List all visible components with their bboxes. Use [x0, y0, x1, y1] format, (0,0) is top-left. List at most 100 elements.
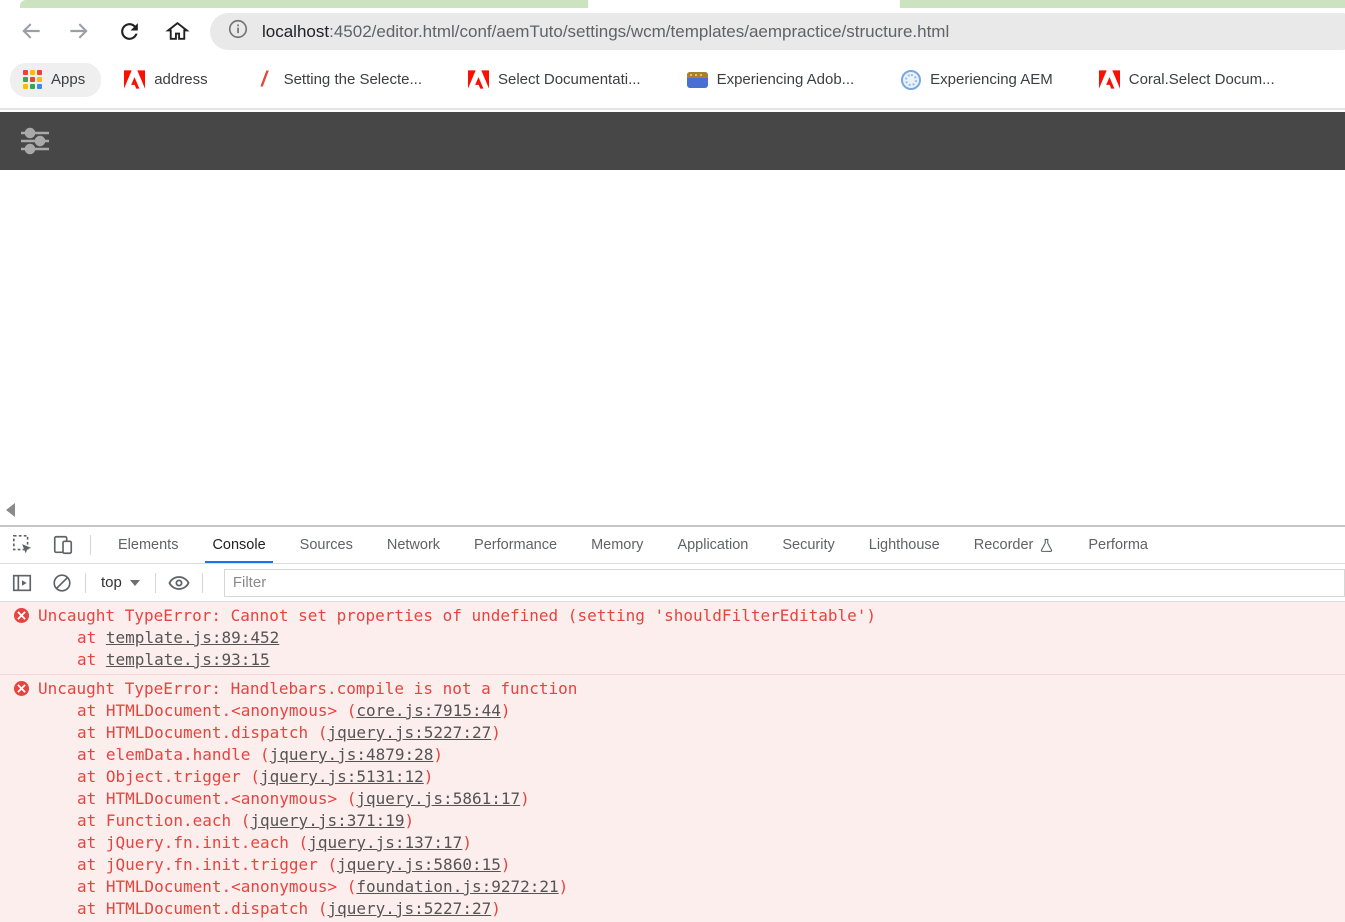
- source-link[interactable]: template.js:89:452: [106, 628, 279, 647]
- source-link[interactable]: jquery.js:371:19: [250, 811, 404, 830]
- error-message: Uncaught TypeError: Cannot set propertie…: [38, 606, 877, 625]
- page-top-border: [0, 108, 1345, 110]
- stack-frame: at HTMLDocument.<anonymous> (jquery.js:5…: [77, 789, 530, 808]
- page-content: [0, 170, 1345, 525]
- adobe-icon: [468, 70, 489, 90]
- device-toolbar-icon[interactable]: [50, 532, 76, 558]
- address-bar[interactable]: localhost:4502/editor.html/conf/aemTuto/…: [210, 13, 1345, 50]
- devtools-tab-security[interactable]: Security: [765, 527, 851, 563]
- source-link[interactable]: foundation.js:9272:21: [356, 877, 558, 896]
- filter-input[interactable]: [224, 574, 1344, 591]
- red-slash-icon: /: [261, 67, 267, 91]
- scrollbar-left-arrow-icon[interactable]: [6, 503, 15, 517]
- blue-ring-favicon-icon: [900, 69, 921, 90]
- devtools-panel: Elements Console Sources Network Performance…: [0, 525, 1345, 922]
- tab-label: Elements: [118, 537, 179, 553]
- devtools-tab-network[interactable]: Network: [370, 527, 457, 563]
- adobe-icon: [1098, 70, 1120, 90]
- stack-frame: at HTMLDocument.dispatch (jquery.js:5227…: [77, 723, 501, 742]
- clear-console-icon[interactable]: [48, 570, 76, 596]
- tab-label: Console: [212, 537, 266, 553]
- source-link[interactable]: jquery.js:5227:27: [327, 899, 491, 918]
- bookmark-item[interactable]: address: [124, 70, 208, 90]
- chevron-down-icon: [129, 579, 140, 586]
- stack-frame: at elemData.handle (jquery.js:4879:28): [77, 745, 444, 764]
- stack-frame: at HTMLDocument.<anonymous> (core.js:791…: [77, 701, 511, 720]
- bookmarks-bar: Apps address / Setting the Selecte... Selec…: [0, 55, 1345, 104]
- error-icon: [14, 681, 29, 696]
- bookmark-item[interactable]: Experiencing Adob...: [686, 70, 855, 90]
- tab-strip-segment: [900, 0, 1345, 8]
- tab-label: Performa: [1088, 537, 1148, 553]
- source-link[interactable]: jquery.js:4879:28: [270, 745, 434, 764]
- inspect-element-icon[interactable]: [10, 532, 36, 558]
- source-link[interactable]: jquery.js:5227:27: [327, 723, 491, 742]
- devtools-tabs: Elements Console Sources Network Performance…: [101, 527, 1165, 563]
- bookmark-item[interactable]: / Setting the Selecte...: [254, 67, 422, 91]
- show-console-sidebar-icon[interactable]: [8, 570, 36, 596]
- context-label: top: [101, 574, 122, 591]
- stack-frame: at HTMLDocument.dispatch (jquery.js:5227…: [77, 899, 501, 918]
- stack-frame: at jQuery.fn.init.each (jquery.js:137:17…: [77, 833, 472, 852]
- url-text: localhost:4502/editor.html/conf/aemTuto/…: [262, 22, 949, 42]
- error-icon: [14, 608, 29, 623]
- devtools-tab-recorder[interactable]: Recorder: [957, 527, 1072, 563]
- devtools-tab-performance[interactable]: Performance: [457, 527, 574, 563]
- tab-label: Security: [782, 537, 835, 553]
- bookmark-label: Setting the Selecte...: [283, 71, 422, 88]
- separator: [201, 572, 203, 593]
- bookmark-item[interactable]: Coral.Select Docum...: [1098, 70, 1275, 90]
- source-link[interactable]: jquery.js:137:17: [308, 833, 462, 852]
- source-link[interactable]: jquery.js:5131:12: [260, 767, 424, 786]
- url-path: :4502/editor.html/conf/aemTuto/settings/…: [329, 21, 950, 41]
- eye-icon[interactable]: [165, 570, 193, 596]
- apps-button[interactable]: Apps: [10, 62, 102, 97]
- js-context-selector[interactable]: top: [95, 574, 146, 591]
- devtools-tab-sources[interactable]: Sources: [283, 527, 370, 563]
- separator: [90, 535, 91, 555]
- devtools-tab-lighthouse[interactable]: Lighthouse: [852, 527, 957, 563]
- tab-label: Memory: [591, 537, 644, 553]
- tab-label: Network: [386, 537, 441, 553]
- sliders-icon[interactable]: [18, 126, 52, 161]
- devtools-tab-console[interactable]: Console: [195, 527, 282, 563]
- forward-icon[interactable]: [62, 14, 96, 48]
- back-icon[interactable]: [14, 14, 48, 48]
- bookmark-item[interactable]: Select Documentati...: [468, 70, 641, 90]
- browser-toolbar: localhost:4502/editor.html/conf/aemTuto/…: [0, 8, 1345, 55]
- devtools-tab-application[interactable]: Application: [660, 527, 765, 563]
- adobe-icon: [124, 70, 146, 90]
- stack-frame: at Function.each (jquery.js:371:19): [77, 811, 415, 830]
- console-toolbar: top: [0, 564, 1345, 602]
- console-filter[interactable]: [223, 568, 1345, 597]
- tab-label: Sources: [299, 537, 353, 553]
- tab-label: Performance: [474, 537, 558, 553]
- bookmark-item[interactable]: Experiencing AEM: [900, 69, 1053, 90]
- error-message: Uncaught TypeError: Handlebars.compile i…: [38, 679, 578, 698]
- devtools-tab-elements[interactable]: Elements: [101, 527, 195, 563]
- apps-label: Apps: [51, 71, 86, 88]
- tab-label: Application: [677, 537, 749, 553]
- tab-label: Recorder: [973, 537, 1034, 553]
- bookmark-label: Select Documentati...: [498, 71, 641, 88]
- source-link[interactable]: jquery.js:5861:17: [356, 789, 520, 808]
- apps-grid-icon: [23, 70, 42, 89]
- console-error-row: Uncaught TypeError: Handlebars.compile i…: [0, 675, 1345, 922]
- source-link[interactable]: jquery.js:5860:15: [337, 855, 501, 874]
- home-icon[interactable]: [160, 14, 194, 48]
- source-link[interactable]: core.js:7915:44: [356, 701, 501, 720]
- page-info-icon[interactable]: [227, 18, 249, 45]
- reload-icon[interactable]: [112, 14, 146, 48]
- folder-favicon-icon: [686, 70, 708, 90]
- separator: [154, 572, 156, 593]
- aem-editor-toolbar: [0, 112, 1345, 170]
- console-messages: Uncaught TypeError: Cannot set propertie…: [0, 602, 1345, 922]
- source-link[interactable]: template.js:93:15: [106, 650, 270, 669]
- bookmark-label: Experiencing Adob...: [716, 71, 855, 88]
- stack-frame: at template.js:89:452: [77, 628, 280, 647]
- stack-frame: at Object.trigger (jquery.js:5131:12): [77, 767, 434, 786]
- separator: [85, 572, 86, 593]
- devtools-tab-performa[interactable]: Performa: [1071, 527, 1165, 563]
- tab-label: Lighthouse: [868, 537, 940, 553]
- devtools-tab-memory[interactable]: Memory: [574, 527, 660, 563]
